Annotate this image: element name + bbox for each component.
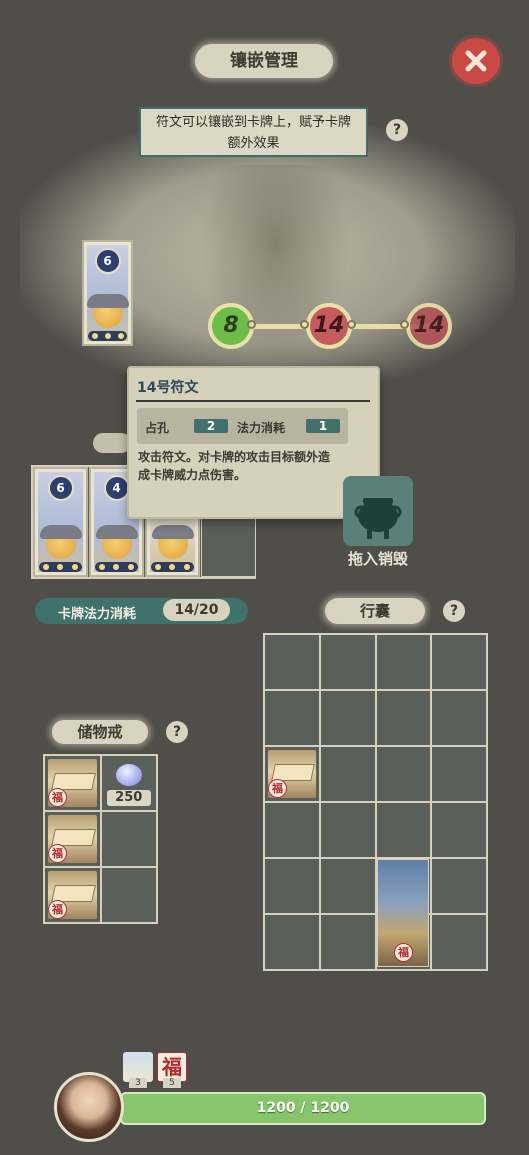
info-text-line1: 符文可以镶嵌到卡牌上，赋予卡牌: [155, 115, 351, 130]
info-box: 符文可以镶嵌到卡牌上，赋予卡牌 额外效果: [139, 107, 368, 157]
card-slot-dots: [39, 562, 82, 572]
ring-slot[interactable]: [101, 868, 156, 922]
card-portrait: [39, 525, 82, 559]
ring-slot[interactable]: [101, 812, 156, 866]
info-help-button[interactable]: ?: [386, 119, 408, 141]
bag-title: 行囊: [325, 598, 425, 624]
bag-slot[interactable]: [376, 691, 431, 745]
card-cost-badge: 6: [47, 475, 74, 501]
slots-value: 2: [194, 419, 228, 433]
player-avatar[interactable]: [54, 1072, 124, 1142]
destroy-label: 拖入销毁: [347, 550, 408, 568]
ring-slot-book[interactable]: 福: [45, 756, 100, 810]
card-portrait: [86, 294, 129, 328]
bag-slot[interactable]: [320, 915, 375, 969]
rune-connector-dot: [300, 320, 309, 329]
storage-ring-grid: 福 250 福 福: [43, 754, 158, 924]
page-title: 镶嵌管理: [195, 44, 333, 78]
card-cost-badge: 4: [103, 475, 130, 501]
bag-slot[interactable]: [432, 803, 486, 857]
bag-slot[interactable]: [320, 859, 375, 913]
close-button[interactable]: [452, 38, 500, 84]
bag-slot[interactable]: [265, 915, 319, 969]
selected-card[interactable]: 6: [82, 240, 133, 346]
bag-slot[interactable]: [376, 803, 431, 857]
bag-slot[interactable]: [376, 635, 431, 689]
rune-connector-dot: [247, 320, 256, 329]
ring-slot-book[interactable]: 福: [45, 868, 100, 922]
bag-slot-book[interactable]: 福: [265, 747, 319, 801]
mana-cost-value: 1: [306, 419, 340, 433]
bag-slot[interactable]: [432, 859, 486, 913]
bag-slot[interactable]: [320, 747, 375, 801]
bag-slot[interactable]: [432, 691, 486, 745]
mana-label: 卡牌法力消耗: [58, 607, 137, 622]
bag-slot[interactable]: [432, 915, 486, 969]
tooltip-title: 14号符文: [137, 380, 199, 396]
fortune-badge: 福: [48, 844, 67, 863]
bag-slot[interactable]: [265, 803, 319, 857]
slots-label: 占孔: [145, 421, 170, 435]
mana-cost-label: 法力消耗: [237, 421, 286, 435]
bag-help-button[interactable]: ?: [443, 600, 465, 622]
bag-slot[interactable]: [265, 691, 319, 745]
tooltip-description: 攻击符文。对卡牌的攻击目标额外造 成卡牌威力点伤害。: [138, 450, 331, 482]
bag-slot[interactable]: [376, 747, 431, 801]
buff-count: 3: [129, 1078, 147, 1088]
cauldron-icon: [354, 498, 402, 539]
deck-card-1[interactable]: 6: [33, 467, 88, 577]
tooltip-divider: [136, 400, 370, 402]
ring-slot-crystal[interactable]: 250: [101, 756, 156, 810]
bag-slot[interactable]: [320, 803, 375, 857]
card-portrait: [151, 525, 194, 559]
ring-help-button[interactable]: ?: [166, 721, 188, 743]
bag-slot[interactable]: [432, 635, 486, 689]
rune-connector-dot: [347, 320, 356, 329]
card-cost-badge: 6: [94, 248, 121, 274]
fortune-badge: 福: [394, 943, 413, 962]
storage-ring-title: 储物戒: [52, 720, 148, 744]
bag-slot[interactable]: [265, 859, 319, 913]
fortune-badge: 福: [48, 900, 67, 919]
card-slot-dots: [151, 562, 194, 572]
rune-slot-2[interactable]: 14: [306, 303, 352, 349]
card-slot-dots: [95, 562, 138, 572]
ring-slot-book[interactable]: 福: [45, 812, 100, 866]
crystal-count: 250: [106, 790, 151, 806]
buff-count: 5: [163, 1078, 181, 1088]
mana-value: 14/20: [163, 599, 230, 621]
close-icon: [465, 50, 487, 72]
spirit-crystal-icon: [115, 764, 142, 786]
fortune-badge: 福: [48, 788, 67, 807]
bag-slot[interactable]: [320, 635, 375, 689]
card-portrait: [95, 525, 138, 559]
destroy-drop-zone[interactable]: [343, 476, 413, 546]
bag-grid: 福: [263, 633, 488, 971]
scroll-stack-item[interactable]: 福: [377, 859, 429, 967]
card-slot-dots: [88, 331, 127, 341]
tooltip-stats: 占孔 2 法力消耗 1: [137, 408, 348, 444]
rune-connector-dot: [400, 320, 409, 329]
health-bar: 1200 / 1200: [120, 1092, 486, 1125]
bag-slot[interactable]: [320, 691, 375, 745]
bag-slot[interactable]: [432, 747, 486, 801]
rune-slot-3[interactable]: 14: [406, 303, 452, 349]
bag-slot[interactable]: [265, 635, 319, 689]
info-text-line2: 额外效果: [227, 136, 280, 151]
fortune-badge: 福: [268, 779, 287, 798]
hidden-section-banner: [93, 433, 131, 453]
